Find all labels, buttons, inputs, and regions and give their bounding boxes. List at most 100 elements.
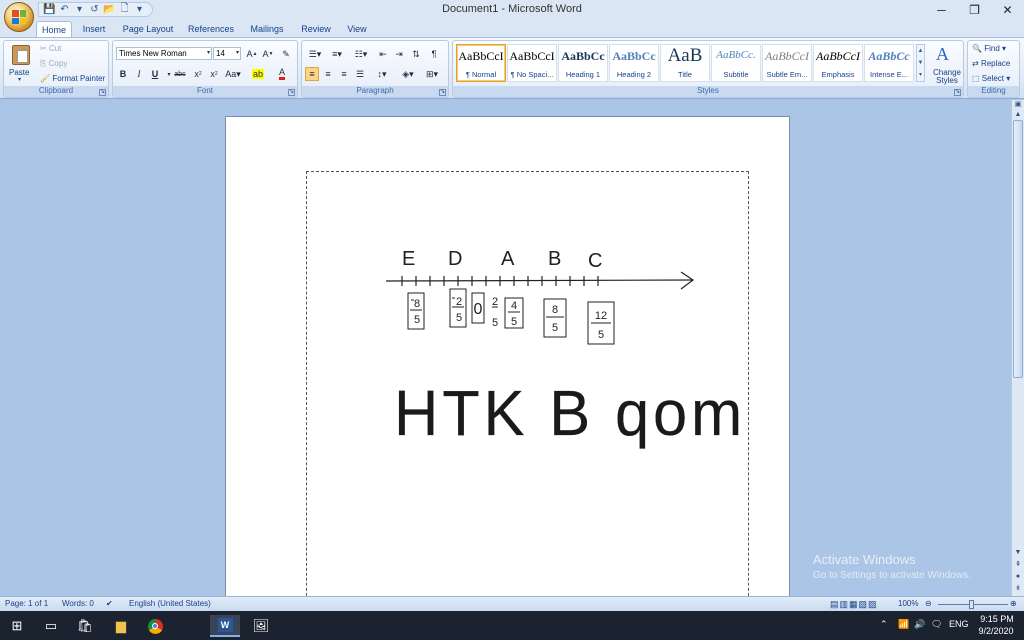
style-emphasis[interactable]: AaBbCcI Emphasis (813, 44, 863, 82)
date[interactable]: 9/2/2020 (976, 626, 1016, 636)
next-page-icon[interactable]: ⇟ (1012, 584, 1024, 594)
show-formatting-icon[interactable]: ¶ (427, 47, 441, 61)
replace-button[interactable]: ⇄ Replace (972, 59, 1010, 68)
style-heading-2[interactable]: AaBbCc Heading 2 (609, 44, 659, 82)
minimize-button[interactable]: ─ (925, 0, 958, 19)
clock[interactable]: 9:15 PM (980, 614, 1014, 624)
proofing-icon[interactable]: ✔ (106, 599, 113, 608)
start-icon[interactable]: ⊞ (2, 615, 32, 637)
scroll-up-icon[interactable]: ▲ (1012, 110, 1024, 120)
font-color-icon[interactable]: A (273, 67, 291, 81)
page-count[interactable]: Page: 1 of 1 (5, 599, 48, 608)
browse-object-icon[interactable]: ● (1012, 572, 1024, 582)
new-document-icon[interactable]: 🗋 (118, 3, 131, 16)
font-launcher-icon[interactable]: ↘ (288, 89, 295, 96)
scroll-down-icon[interactable]: ▼ (1012, 548, 1024, 558)
bold-icon[interactable]: B (116, 67, 130, 81)
subscript-icon[interactable]: x2 (191, 67, 205, 81)
style-normal[interactable]: AaBbCcI ¶ Normal (456, 44, 506, 82)
word-icon[interactable]: W (210, 615, 240, 637)
tab-home[interactable]: Home (36, 21, 72, 37)
tab-insert[interactable]: Insert (76, 21, 112, 37)
save-icon[interactable]: 💾 (43, 3, 56, 16)
italic-icon[interactable]: I (132, 67, 146, 81)
open-icon[interactable]: 📂 (103, 3, 116, 16)
file-explorer-icon[interactable]: ▆ (106, 615, 136, 637)
notifications-icon[interactable]: 🗨 (931, 619, 942, 630)
paste-button[interactable]: Paste ▾ (7, 43, 35, 83)
align-center-icon[interactable]: ≡ (321, 67, 335, 81)
font-name-combo[interactable]: Times New Roman ▾ (116, 47, 212, 60)
photos-icon[interactable]: 🖼 (246, 615, 276, 637)
customize-qat-icon[interactable]: ▾ (133, 3, 146, 16)
shrink-font-icon[interactable]: A ▼ (261, 47, 275, 61)
tab-view[interactable]: View (342, 21, 372, 37)
text-highlight-icon[interactable]: ab (249, 67, 267, 81)
volume-icon[interactable]: 🔊 (914, 619, 925, 630)
store-icon[interactable]: 🛍 (70, 615, 100, 637)
view-buttons[interactable]: ▤▥▦▧▨ (830, 599, 878, 610)
previous-page-icon[interactable]: ⇞ (1012, 560, 1024, 570)
underline-icon[interactable]: U (148, 67, 162, 81)
clear-formatting-icon[interactable]: ✎ (279, 47, 293, 61)
cut-button[interactable]: ✂ Cut (40, 44, 61, 53)
style-intense-emphasis[interactable]: AaBbCc Intense E... (864, 44, 914, 82)
format-painter-button[interactable]: 🖌 Format Painter (40, 74, 105, 83)
input-language[interactable]: ENG (949, 619, 969, 629)
align-right-icon[interactable]: ≡ (337, 67, 351, 81)
style-title[interactable]: AaB Title (660, 44, 710, 82)
font-size-combo[interactable]: 14 ▾ (213, 47, 241, 60)
increase-indent-icon[interactable]: ⇥ (392, 47, 406, 61)
zoom-out-icon[interactable]: ⊖ (925, 599, 932, 608)
decrease-indent-icon[interactable]: ⇤ (376, 47, 390, 61)
borders-icon[interactable]: ⊞▾ (422, 67, 442, 81)
style-subtle-emphasis[interactable]: AaBbCcI Subtle Em... (762, 44, 812, 82)
ruler-toggle-icon[interactable]: ▣ (1012, 100, 1024, 110)
superscript-icon[interactable]: x2 (207, 67, 221, 81)
clipboard-launcher-icon[interactable]: ↘ (99, 89, 106, 96)
word-count[interactable]: Words: 0 (62, 599, 94, 608)
grow-font-icon[interactable]: A ▲ (245, 47, 259, 61)
bullets-icon[interactable]: ☰▾ (305, 47, 325, 61)
styles-gallery-scroll[interactable]: ▲ ▼ ▾ (916, 44, 925, 82)
align-left-icon[interactable]: ≡ (305, 67, 319, 81)
restore-button[interactable]: ❐ (958, 0, 991, 19)
line-spacing-icon[interactable]: ↕▾ (372, 67, 392, 81)
numbering-icon[interactable]: ≡▾ (327, 47, 347, 61)
style-heading-1[interactable]: AaBbCc Heading 1 (558, 44, 608, 82)
tab-page-layout[interactable]: Page Layout (120, 21, 176, 37)
tab-review[interactable]: Review (298, 21, 334, 37)
chrome-icon[interactable] (140, 615, 170, 637)
zoom-slider-thumb[interactable] (969, 600, 974, 609)
tab-mailings[interactable]: Mailings (246, 21, 288, 37)
show-hidden-icons-icon[interactable]: ⌃ (880, 619, 888, 630)
tab-references[interactable]: References (184, 21, 238, 37)
zoom-in-icon[interactable]: ⊕ (1010, 599, 1017, 608)
sort-icon[interactable]: ⇅ (409, 47, 423, 61)
change-styles-button[interactable]: A Change Styles (928, 43, 964, 85)
styles-launcher-icon[interactable]: ↘ (954, 89, 961, 96)
copy-button[interactable]: ⎘ Copy (40, 59, 67, 69)
find-button[interactable]: 🔍 Find ▾ (972, 44, 1006, 53)
document-page[interactable]: E D A B C 8 5 2 5 0 2 5 4 5 8 5 12 5 HTK… (225, 116, 790, 596)
language-indicator[interactable]: English (United States) (129, 599, 211, 608)
multilevel-list-icon[interactable]: ☷▾ (350, 47, 372, 61)
undo-dropdown-icon[interactable]: ▾ (73, 3, 86, 16)
redo-icon[interactable]: ↺ (88, 3, 101, 16)
undo-icon[interactable]: ↶ (58, 3, 71, 16)
select-button[interactable]: ⬚ Select ▾ (972, 74, 1010, 83)
vertical-scrollbar[interactable]: ▣ ▲ ▼ ⇞ ● ⇟ (1011, 100, 1024, 596)
change-case-icon[interactable]: Aa▾ (223, 67, 243, 81)
scroll-thumb[interactable] (1013, 120, 1023, 378)
shading-icon[interactable]: ◈▾ (398, 67, 418, 81)
justify-icon[interactable]: ☰ (353, 67, 367, 81)
task-view-icon[interactable]: ▭ (36, 615, 66, 637)
style-no-spacing[interactable]: AaBbCcI ¶ No Spaci... (507, 44, 557, 82)
close-button[interactable]: ✕ (991, 0, 1024, 19)
strikethrough-icon[interactable]: abc (173, 67, 187, 81)
zoom-level[interactable]: 100% (898, 599, 918, 608)
network-icon[interactable]: 📶 (898, 619, 909, 630)
office-button[interactable] (4, 2, 34, 32)
zoom-slider[interactable] (938, 600, 1008, 609)
style-subtitle[interactable]: AaBbCc. Subtitle (711, 44, 761, 82)
